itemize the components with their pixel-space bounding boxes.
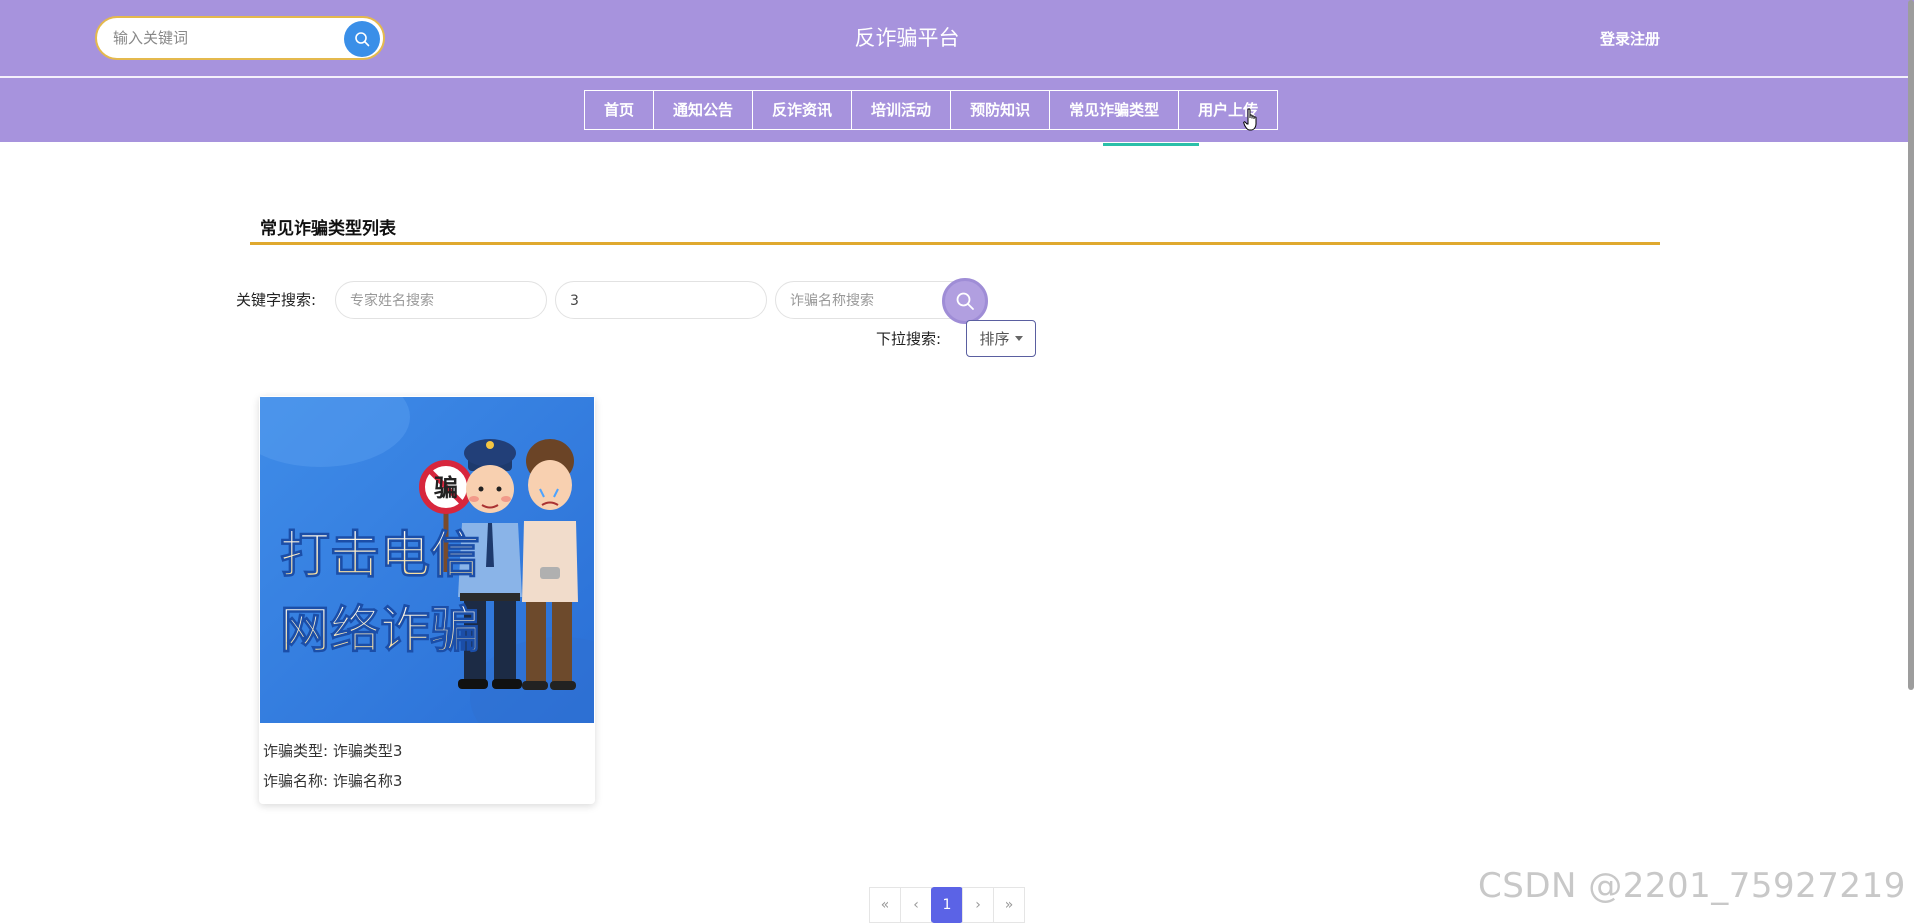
card-image-headline-1: 打击电信	[280, 526, 480, 584]
vertical-scrollbar[interactable]	[1908, 0, 1914, 690]
login-register-link[interactable]: 登录注册	[1600, 28, 1660, 49]
top-header: 反诈骗平台 登录注册	[0, 0, 1914, 76]
csdn-watermark: CSDN @2201_75927219	[1478, 866, 1906, 906]
sort-dropdown-button[interactable]: 排序	[966, 320, 1036, 357]
nav-item-user-upload[interactable]: 用户上传	[1179, 91, 1277, 129]
site-title: 反诈骗平台	[854, 26, 960, 50]
card-image-headline-2: 网络诈骗	[280, 601, 480, 659]
nav-item-notices[interactable]: 通知公告	[654, 91, 754, 129]
main-nav: 首页 通知公告 反诈资讯 培训活动 预防知识 常见诈骗类型 用户上传	[584, 90, 1279, 130]
header-search-button[interactable]	[344, 21, 380, 57]
fraud-type-input[interactable]	[570, 291, 740, 311]
card-fraud-type: 诈骗类型: 诈骗类型3	[263, 742, 403, 760]
fraud-card-image: 骗 打击电信 网络诈骗	[260, 397, 594, 723]
sign-text: 骗	[434, 474, 458, 502]
fraud-type-card[interactable]: 骗 打击电信 网络诈骗 诈骗类型: 诈骗类型3 诈骗名称: 诈骗名称3	[259, 396, 595, 804]
nav-item-fraud-types[interactable]: 常见诈骗类型	[1050, 91, 1180, 129]
fraud-type-field	[555, 281, 767, 319]
nav-item-news[interactable]: 反诈资讯	[753, 91, 853, 129]
keyword-search-button[interactable]	[942, 278, 988, 324]
section-title: 常见诈骗类型列表	[260, 219, 396, 239]
expert-name-field	[335, 281, 547, 319]
nav-item-prevention[interactable]: 预防知识	[951, 91, 1051, 129]
keyword-search-label: 关键字搜索:	[236, 291, 317, 309]
sort-dropdown-label: 排序	[979, 330, 1010, 348]
dropdown-search-label: 下拉搜索:	[876, 330, 942, 348]
caret-down-icon	[1014, 336, 1023, 341]
section-divider	[250, 242, 1660, 245]
nav-active-indicator	[1103, 143, 1199, 146]
card-fraud-name: 诈骗名称: 诈骗名称3	[263, 772, 403, 790]
nav-item-home[interactable]: 首页	[585, 91, 655, 129]
search-icon	[956, 292, 974, 310]
hand-cursor-icon	[1243, 108, 1257, 131]
header-search-input[interactable]	[113, 27, 313, 49]
nav-item-training[interactable]: 培训活动	[852, 91, 952, 129]
header-search	[95, 16, 385, 60]
expert-name-input[interactable]	[350, 291, 520, 311]
fraud-name-input[interactable]	[790, 291, 960, 311]
search-icon	[355, 32, 370, 47]
